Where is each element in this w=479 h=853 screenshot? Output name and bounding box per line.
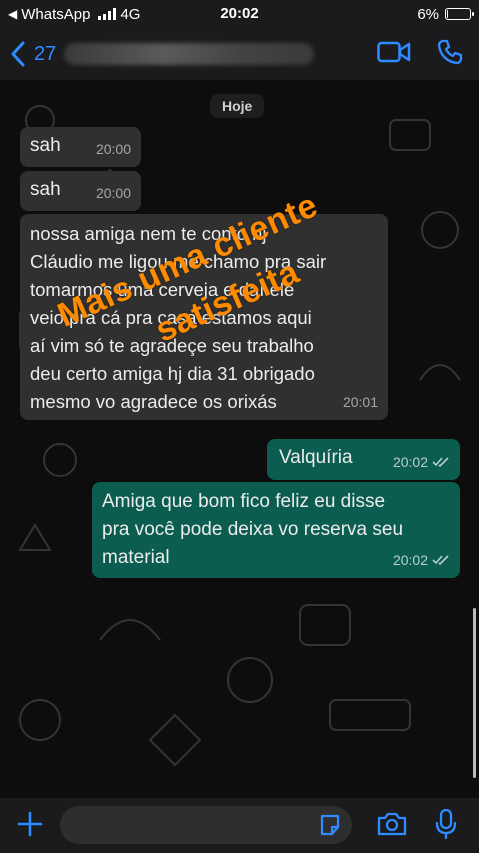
message-bubble-outgoing[interactable]: Amiga que bom fico feliz eu disse pra vo… (92, 482, 460, 578)
status-left: ◀ WhatsApp 4G (8, 6, 140, 23)
message-meta: 20:02 (393, 449, 450, 475)
sticker-icon[interactable] (316, 811, 344, 839)
camera-icon[interactable] (375, 809, 409, 839)
contact-name-redacted[interactable] (64, 43, 315, 65)
video-call-icon[interactable] (377, 41, 411, 68)
battery-percent: 6% (417, 5, 439, 23)
scrollbar[interactable] (473, 608, 476, 778)
chevron-left-icon[interactable] (10, 39, 32, 69)
message-bubble-outgoing[interactable]: Valquíria 20:02 (267, 439, 460, 480)
phone-icon[interactable] (437, 39, 463, 70)
message-meta: 20:02 (393, 547, 450, 573)
message-meta: 20:00 (96, 180, 131, 206)
chat-header: 27 (0, 28, 479, 80)
message-time: 20:00 (95, 185, 131, 201)
message-text: Valquíria (279, 447, 353, 468)
microphone-icon[interactable] (432, 806, 460, 842)
chat-area[interactable]: Hoje sah 20:00 sah 20:00 nossa amiga nem… (0, 80, 479, 798)
plus-icon[interactable] (14, 808, 46, 840)
message-input[interactable] (60, 806, 352, 844)
back-unread-count[interactable]: 27 (34, 43, 56, 66)
status-right: 6% (417, 5, 474, 23)
message-meta: 20:01 (343, 389, 378, 415)
message-meta: 20:00 (96, 136, 131, 162)
message-text: sah (30, 179, 61, 200)
message-bubble-incoming[interactable]: sah 20:00 (20, 171, 141, 211)
double-check-icon (432, 457, 449, 467)
back-to-app-icon[interactable]: ◀ (8, 7, 17, 21)
message-time: 20:00 (95, 141, 131, 157)
message-time: 20:01 (342, 394, 378, 410)
battery-fill (447, 10, 448, 18)
date-separator: Hoje (210, 94, 265, 118)
message-time: 20:02 (392, 454, 428, 470)
message-time: 20:02 (392, 552, 428, 568)
battery-icon (445, 8, 474, 20)
double-check-icon (432, 555, 449, 565)
header-actions (377, 39, 469, 70)
back-app-label[interactable]: WhatsApp (21, 6, 90, 23)
signal-icon (98, 8, 117, 20)
message-bubble-incoming[interactable]: sah 20:00 (20, 127, 141, 167)
message-text: sah (30, 135, 61, 156)
network-label: 4G (120, 5, 141, 23)
status-bar: ◀ WhatsApp 4G 20:02 6% (0, 0, 479, 28)
